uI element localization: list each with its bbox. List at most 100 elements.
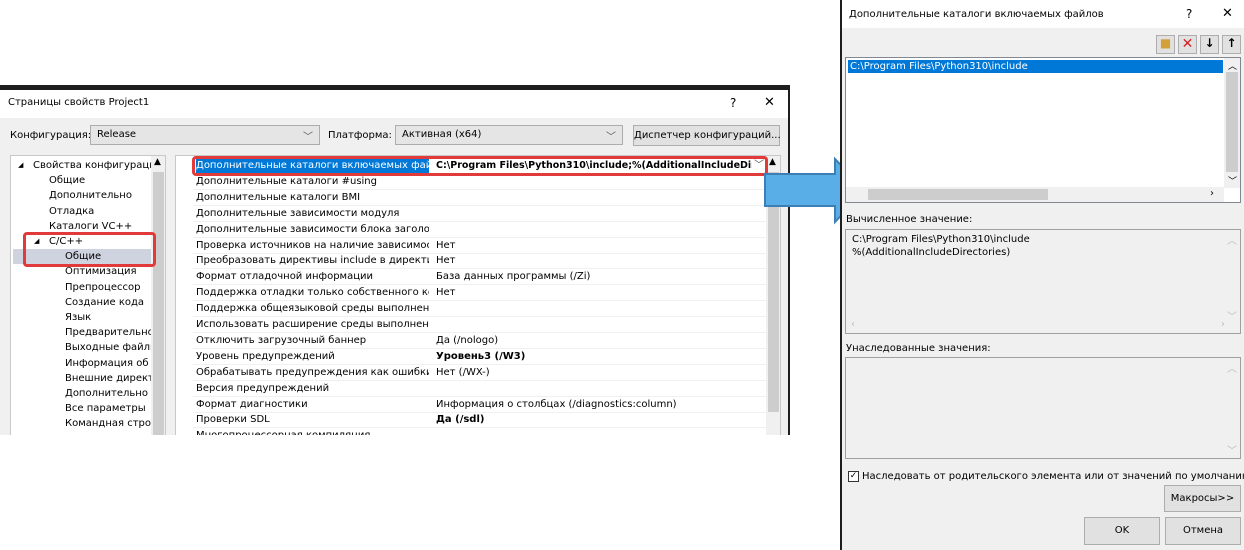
- property-row[interactable]: Поддержка отладки только собственного ко…: [193, 285, 766, 302]
- config-value: Release: [97, 129, 137, 140]
- property-row[interactable]: Использовать расширение среды выполнения…: [193, 317, 766, 333]
- tree-item[interactable]: Создание кода: [65, 295, 144, 310]
- property-name: Дополнительные каталоги #using: [196, 175, 377, 187]
- tree-item[interactable]: Отладка: [49, 204, 94, 219]
- property-name: Формат диагностики: [196, 398, 308, 410]
- property-value[interactable]: Нет: [433, 285, 766, 300]
- scroll-down-icon[interactable]: ﹀: [1227, 442, 1237, 457]
- dirs-list: C:\Program Files\Python310\include ︿ ﹀ ›: [845, 57, 1241, 203]
- move-down-button[interactable]: ↓: [1200, 35, 1219, 54]
- scroll-down-icon[interactable]: ﹀: [1228, 174, 1237, 187]
- property-row[interactable]: Поддержка общеязыковой среды выполнения …: [193, 301, 766, 318]
- tree-item[interactable]: Препроцессор: [65, 280, 140, 295]
- property-grid: ﹀ Дополнительные каталоги включаемых файл…: [175, 155, 781, 435]
- tree-item[interactable]: Выходные файлы: [65, 340, 158, 355]
- move-up-button[interactable]: ↑: [1222, 35, 1241, 54]
- close-button[interactable]: ✕: [764, 95, 775, 110]
- property-row[interactable]: Проверка источников на наличие зависимос…: [193, 238, 766, 254]
- scroll-up-icon[interactable]: ︿: [1227, 232, 1237, 247]
- tree-item[interactable]: Язык: [65, 310, 91, 325]
- property-row[interactable]: Версия предупреждений: [193, 381, 766, 397]
- property-name: Проверка источников на наличие зависимос…: [196, 239, 429, 251]
- property-value[interactable]: Да (/sdl): [433, 412, 766, 427]
- property-pages-dialog: Страницы свойств Project1 ? ✕ Конфигурац…: [0, 85, 790, 435]
- platform-select[interactable]: Активная (x64) ﹀: [395, 125, 623, 145]
- list-hscrollbar[interactable]: ›: [846, 187, 1224, 202]
- tree-item[interactable]: Дополнительно: [65, 386, 148, 401]
- ok-button[interactable]: OK: [1084, 517, 1160, 545]
- property-row[interactable]: Дополнительные зависимости модуля: [193, 206, 766, 222]
- dialog-title: Страницы свойств Project1: [8, 97, 150, 108]
- property-value[interactable]: Да (/nologo): [433, 333, 766, 348]
- property-name: Дополнительные зависимости блока заголов…: [196, 223, 429, 235]
- new-line-button[interactable]: ■: [1156, 35, 1175, 54]
- scroll-left-icon[interactable]: ‹: [851, 319, 855, 330]
- expander-icon[interactable]: ▷: [34, 432, 39, 436]
- help-button[interactable]: ?: [1186, 7, 1192, 21]
- include-dir-highlight: [192, 156, 768, 176]
- tree-item[interactable]: Свойства конфигурации: [33, 158, 162, 173]
- tree-item[interactable]: Все параметры: [65, 401, 146, 416]
- chevron-down-icon: ﹀: [606, 132, 616, 143]
- delete-icon: ✕: [1181, 36, 1194, 52]
- scroll-up-icon[interactable]: ︿: [1227, 360, 1237, 375]
- property-row[interactable]: Дополнительные зависимости блока заголов…: [193, 222, 766, 238]
- config-select[interactable]: Release ﹀: [90, 125, 320, 145]
- computed-line: C:\Program Files\Python310\include: [852, 234, 1030, 245]
- scroll-right-icon[interactable]: ›: [1210, 188, 1214, 199]
- tree-item[interactable]: Предварительно о: [65, 325, 163, 340]
- property-row[interactable]: Дополнительные каталоги #using: [193, 174, 766, 190]
- macros-button[interactable]: Макросы>>: [1164, 485, 1241, 512]
- list-item[interactable]: C:\Program Files\Python310\include: [848, 60, 1223, 73]
- platform-value: Активная (x64): [402, 129, 482, 140]
- config-manager-button[interactable]: Диспетчер конфигураций...: [633, 125, 781, 146]
- property-value[interactable]: Нет (/WX-): [433, 365, 766, 380]
- property-name: Обрабатывать предупреждения как ошибки: [196, 366, 429, 378]
- property-row[interactable]: Дополнительные каталоги BMI: [193, 190, 766, 206]
- scroll-up-icon[interactable]: ︿: [1228, 59, 1237, 72]
- property-name: Уровень предупреждений: [196, 350, 335, 362]
- property-value[interactable]: Уровень3 (/W3): [433, 349, 766, 364]
- new-folder-icon: ■: [1159, 36, 1172, 50]
- cpp-highlight: [23, 232, 156, 267]
- cancel-button[interactable]: Отмена: [1165, 517, 1241, 545]
- tree-item[interactable]: Общие: [49, 173, 85, 188]
- tree-item[interactable]: Дополнительно: [49, 188, 132, 203]
- property-name: Отключить загрузочный баннер: [196, 334, 367, 346]
- expander-icon[interactable]: ◢: [18, 158, 23, 173]
- property-row[interactable]: Уровень предупреждений Уровень3 (/W3): [193, 349, 766, 365]
- help-button[interactable]: ?: [730, 96, 736, 110]
- close-button[interactable]: ✕: [1222, 6, 1233, 21]
- scroll-down-icon[interactable]: ﹀: [1227, 308, 1237, 323]
- inherited-values-box: ︿ ﹀: [845, 357, 1241, 459]
- tree-item[interactable]: Командная строка: [65, 416, 163, 431]
- tree-item[interactable]: Компоновщик: [49, 432, 123, 435]
- inherit-checkbox[interactable]: ✓: [848, 471, 859, 482]
- property-value[interactable]: Информация о столбцах (/diagnostics:colu…: [433, 397, 766, 412]
- delete-button[interactable]: ✕: [1178, 35, 1197, 54]
- property-row[interactable]: Преобразовать директивы include в директ…: [193, 253, 766, 270]
- property-row[interactable]: Формат отладочной информации База данных …: [193, 269, 766, 286]
- property-row[interactable]: Обрабатывать предупреждения как ошибки Не…: [193, 365, 766, 381]
- include-dirs-dialog: Дополнительные каталоги включаемых файло…: [840, 0, 1244, 550]
- property-name: Использовать расширение среды выполнения…: [196, 319, 429, 330]
- property-row[interactable]: Отключить загрузочный баннер Да (/nologo): [193, 333, 766, 349]
- property-value[interactable]: Нет: [433, 238, 766, 253]
- property-name: Преобразовать директивы include в директ…: [196, 255, 429, 267]
- property-row[interactable]: Проверки SDL Да (/sdl): [193, 412, 766, 429]
- tree-item[interactable]: Информация об и: [65, 356, 158, 371]
- platform-label: Платформа:: [328, 130, 392, 141]
- property-row[interactable]: Формат диагностики Информация о столбцах …: [193, 397, 766, 413]
- scroll-right-icon[interactable]: ›: [1221, 319, 1225, 330]
- computed-line: %(AdditionalIncludeDirectories): [852, 247, 1011, 258]
- scroll-up-icon[interactable]: ▲: [154, 157, 161, 167]
- property-name: Поддержка отладки только собственного ко…: [196, 287, 429, 299]
- property-value[interactable]: База данных программы (/Zi): [433, 269, 766, 284]
- property-value[interactable]: Нет: [433, 253, 766, 268]
- tree-scrollbar[interactable]: ▲: [151, 156, 165, 435]
- inherit-checkbox-label: Наследовать от родительского элемента ил…: [862, 471, 1244, 482]
- property-row[interactable]: Многопроцессорная компиляция: [193, 428, 766, 435]
- property-name: Дополнительные зависимости модуля: [196, 207, 400, 219]
- property-name: Дополнительные каталоги BMI: [196, 191, 361, 203]
- list-vscrollbar[interactable]: ︿ ﹀: [1224, 58, 1240, 188]
